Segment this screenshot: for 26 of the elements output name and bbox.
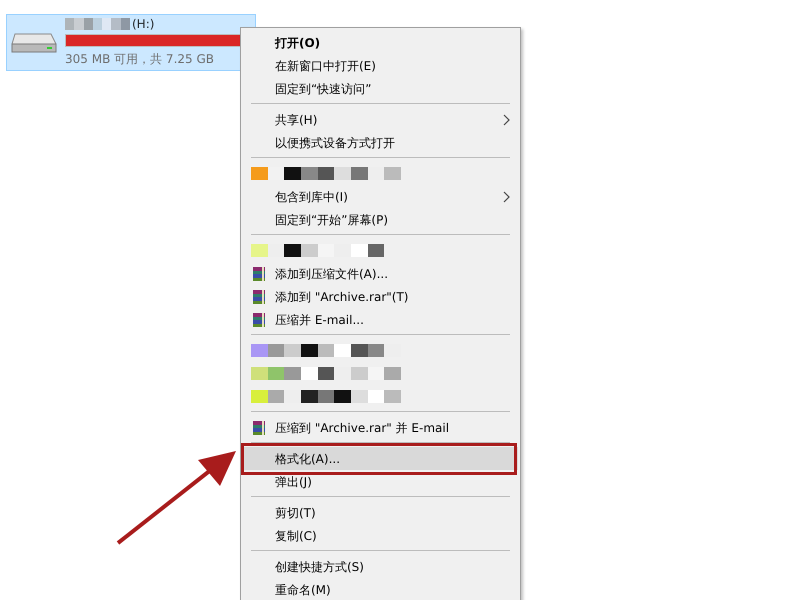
chevron-icon <box>503 114 510 126</box>
menu-item[interactable]: 固定到“开始”屏幕(P) <box>243 208 518 231</box>
drive-capacity: 305 MB 可用，共 7.25 GB <box>65 51 215 68</box>
menu-item[interactable]: 包含到库中(I) <box>243 185 518 208</box>
menu-item[interactable]: 创建快捷方式(S) <box>243 555 518 578</box>
blurred-name <box>65 18 130 30</box>
drive-tile[interactable]: (H:) 305 MB 可用，共 7.25 GB <box>6 14 256 71</box>
books-icon <box>251 289 267 305</box>
menu-item[interactable]: 压缩并 E-mail... <box>243 308 518 331</box>
menu-item[interactable]: 格式化(A)... <box>243 447 518 470</box>
drive-label: (H:) <box>132 16 154 33</box>
books-icon <box>251 312 267 328</box>
menu-item[interactable]: 添加到 "Archive.rar"(T) <box>243 285 518 308</box>
books-icon <box>251 420 267 436</box>
menu-item[interactable]: 剪切(T) <box>243 501 518 524</box>
books-icon <box>251 266 267 282</box>
menu-item[interactable]: 共享(H) <box>243 108 518 131</box>
menu-item[interactable]: 添加到压缩文件(A)... <box>243 262 518 285</box>
menu-item[interactable]: 弹出(J) <box>243 470 518 493</box>
menu-item[interactable]: 固定到“快速访问” <box>243 77 518 100</box>
chevron-icon <box>503 190 510 202</box>
menu-item[interactable]: 复制(C) <box>243 524 518 547</box>
menu-item[interactable]: 重命名(M) <box>243 578 518 600</box>
menu-item[interactable]: 压缩到 "Archive.rar" 并 E-mail <box>243 416 518 439</box>
drive-icon <box>11 32 57 54</box>
menu-item[interactable]: 以便携式设备方式打开 <box>243 131 518 154</box>
